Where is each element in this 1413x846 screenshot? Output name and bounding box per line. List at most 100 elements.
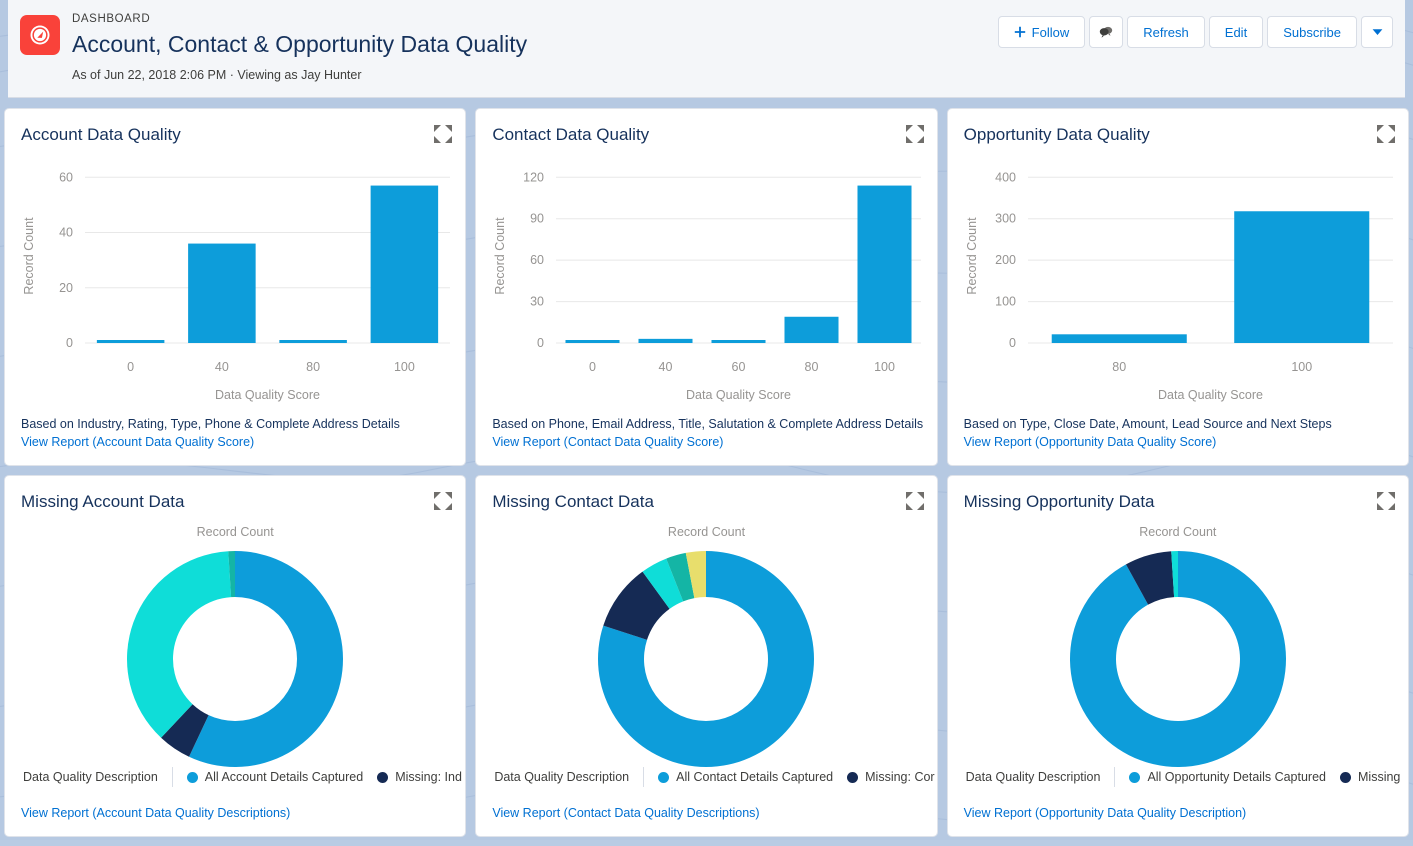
card-title: Contact Data Quality — [492, 125, 650, 144]
card-missing-account-data: Missing Account Data Record Count Data Q… — [4, 475, 467, 837]
view-report-link[interactable]: View Report (Account Data Quality Descri… — [21, 804, 290, 822]
svg-text:0: 0 — [66, 336, 73, 350]
card-footer: Based on Phone, Email Address, Title, Sa… — [492, 415, 926, 451]
card-footer: View Report (Opportunity Data Quality De… — [964, 804, 1247, 822]
svg-text:Data Quality Score: Data Quality Score — [215, 388, 320, 402]
svg-text:60: 60 — [732, 360, 746, 374]
svg-text:40: 40 — [215, 360, 229, 374]
legend-item[interactable]: All Opportunity Details Captured — [1115, 770, 1326, 784]
header-text-block: DASHBOARD Account, Contact & Opportunity… — [72, 12, 527, 84]
svg-text:90: 90 — [530, 212, 544, 226]
svg-text:80: 80 — [1112, 360, 1126, 374]
breadcrumb-eyebrow: DASHBOARD — [72, 13, 151, 25]
donut-legend: Data Quality Description All Account Det… — [23, 766, 465, 788]
view-report-link[interactable]: View Report (Contact Data Quality Descri… — [492, 804, 759, 822]
svg-text:0: 0 — [127, 360, 134, 374]
card-footer: Based on Industry, Rating, Type, Phone &… — [21, 415, 455, 451]
svg-text:200: 200 — [995, 253, 1016, 267]
expand-icon[interactable] — [434, 492, 453, 510]
card-missing-opportunity-data: Missing Opportunity Data Record Count Da… — [946, 475, 1409, 837]
chatter-feed-button[interactable] — [1089, 16, 1124, 48]
svg-text:Data Quality Score: Data Quality Score — [686, 388, 791, 402]
legend-item-label: Missing — [1358, 770, 1401, 784]
svg-text:80: 80 — [805, 360, 819, 374]
header-action-bar: Follow Refresh Edit Subscribe — [997, 16, 1393, 48]
svg-text:300: 300 — [995, 212, 1016, 226]
donut-caption: Record Count — [1139, 525, 1217, 539]
legend-item-label: All Contact Details Captured — [676, 770, 834, 784]
svg-text:0: 0 — [1009, 336, 1016, 350]
legend-color-dot — [658, 771, 670, 783]
legend-color-dot — [377, 771, 389, 783]
card-opportunity-data-quality: Opportunity Data Quality 0 100 200 300 400 80… — [946, 108, 1409, 466]
edit-button-label: Edit — [1224, 24, 1248, 40]
edit-button[interactable]: Edit — [1208, 16, 1264, 48]
follow-button-label: Follow — [1031, 24, 1070, 40]
view-report-link[interactable]: View Report (Opportunity Data Quality Sc… — [964, 433, 1398, 451]
svg-text:20: 20 — [59, 281, 73, 295]
dashboard-row-1: Account Data Quality 0 20 40 60 0 40 80 100 Data… — [0, 108, 1413, 475]
svg-text:Data Quality Score: Data Quality Score — [1158, 388, 1263, 402]
view-report-link[interactable]: View Report (Opportunity Data Quality De… — [964, 804, 1247, 822]
more-actions-button[interactable] — [1361, 16, 1393, 48]
legend-item[interactable]: Missing: Ind — [363, 770, 462, 784]
subscribe-button-label: Subscribe — [1283, 24, 1341, 40]
card-title: Missing Contact Data — [492, 492, 654, 511]
svg-text:100: 100 — [874, 360, 895, 374]
svg-text:120: 120 — [523, 170, 544, 184]
card-title: Missing Account Data — [21, 492, 185, 511]
legend-item[interactable]: All Account Details Captured — [173, 770, 363, 784]
legend-axis-name: Data Quality Description — [23, 770, 158, 784]
bar-chart-opportunity: 0 100 200 300 400 80 100 Data Quality Score Reco… — [948, 153, 1408, 403]
card-description: Based on Phone, Email Address, Title, Sa… — [492, 417, 924, 431]
subscribe-button[interactable]: Subscribe — [1267, 16, 1357, 48]
card-account-data-quality: Account Data Quality 0 20 40 60 0 40 80 100 Data… — [4, 108, 467, 466]
card-footer: View Report (Contact Data Quality Descri… — [492, 804, 759, 822]
view-report-link[interactable]: View Report (Account Data Quality Score) — [21, 433, 455, 451]
legend-color-dot — [186, 771, 198, 783]
legend-color-dot — [847, 771, 859, 783]
card-title: Opportunity Data Quality — [963, 125, 1150, 144]
refresh-button[interactable]: Refresh — [1127, 16, 1205, 48]
card-title: Missing Opportunity Data — [963, 492, 1155, 511]
donut-chart-opportunity: Record Count — [948, 524, 1408, 782]
svg-text:80: 80 — [306, 360, 320, 374]
donut-chart-account: Record Count — [5, 524, 465, 782]
refresh-button-label: Refresh — [1143, 24, 1189, 40]
expand-icon[interactable] — [434, 125, 453, 143]
legend-color-dot — [1129, 771, 1141, 783]
card-description: Based on Type, Close Date, Amount, Lead … — [963, 417, 1332, 431]
dashboard-logo — [20, 15, 60, 55]
svg-text:100: 100 — [394, 360, 415, 374]
svg-text:400: 400 — [995, 170, 1016, 184]
svg-text:Record Count: Record Count — [965, 217, 979, 295]
legend-axis-name: Data Quality Description — [494, 770, 630, 784]
expand-icon[interactable] — [1376, 125, 1395, 143]
donut-caption: Record Count — [667, 525, 746, 539]
legend-item[interactable]: Missing — [1326, 770, 1400, 784]
dashboard-grid: Account Data Quality 0 20 40 60 0 40 80 100 Data… — [0, 108, 1413, 846]
expand-icon[interactable] — [1376, 492, 1395, 510]
card-description: Based on Industry, Rating, Type, Phone &… — [21, 417, 400, 431]
card-title: Account Data Quality — [21, 125, 181, 144]
follow-button[interactable]: Follow — [997, 16, 1086, 48]
expand-icon[interactable] — [905, 125, 924, 143]
legend-item-label: All Account Details Captured — [204, 770, 364, 784]
donut-caption: Record Count — [196, 525, 274, 539]
legend-item[interactable]: All Contact Details Captured — [644, 770, 833, 784]
svg-text:Record Count: Record Count — [493, 217, 507, 295]
chatter-feed-icon — [1100, 26, 1113, 38]
svg-text:100: 100 — [1291, 360, 1312, 374]
expand-icon[interactable] — [905, 492, 924, 510]
svg-text:40: 40 — [59, 226, 73, 240]
svg-text:0: 0 — [589, 360, 596, 374]
bar-chart-contact: 0 30 60 90 120 0 40 60 80 100 Data Quality Score Re… — [476, 153, 936, 403]
card-missing-contact-data: Missing Contact Data Record Count Data Q… — [475, 475, 938, 837]
card-footer: Based on Type, Close Date, Amount, Lead … — [964, 415, 1398, 451]
legend-color-dot — [1340, 771, 1351, 783]
donut-legend: Data Quality Description All Opportunity… — [966, 766, 1408, 788]
donut-chart-contact: Record Count — [476, 524, 936, 782]
legend-item[interactable]: Missing: Cor — [833, 770, 935, 784]
bar-chart-account: 0 20 40 60 0 40 80 100 Data Quality Score Record … — [5, 153, 465, 403]
view-report-link[interactable]: View Report (Contact Data Quality Score) — [492, 433, 926, 451]
